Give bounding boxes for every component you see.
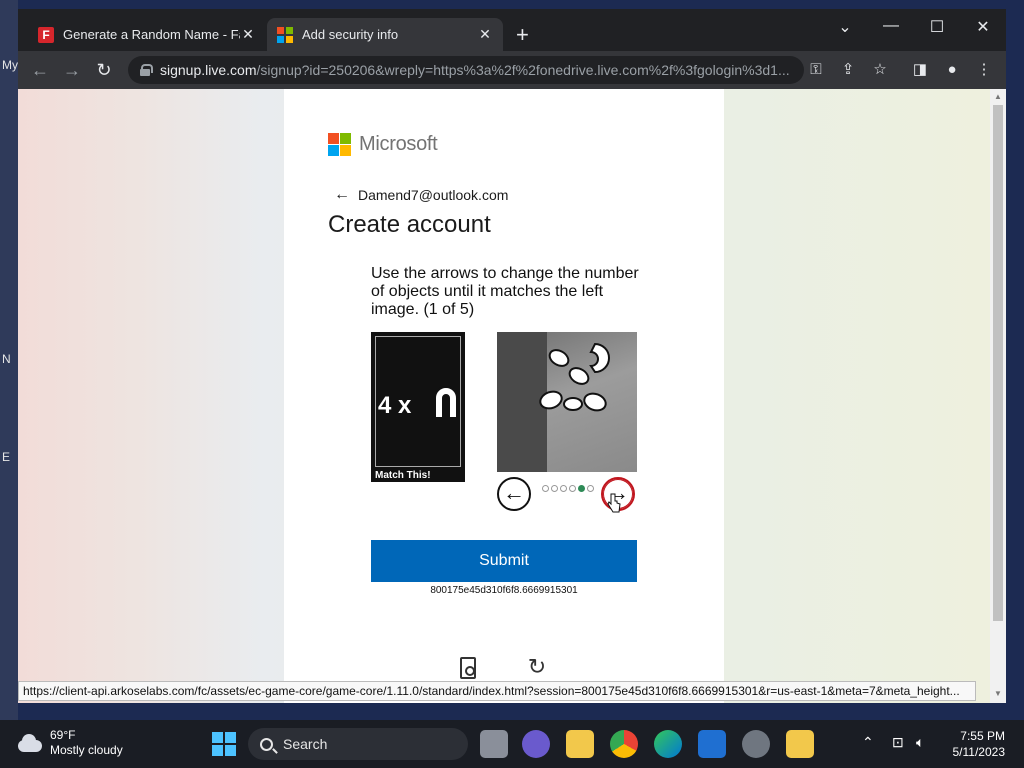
network-icon[interactable]: ⊡: [892, 734, 904, 751]
scroll-thumb[interactable]: [993, 105, 1003, 621]
tab-bar: F Generate a Random Name - Fake ✕ Add se…: [18, 9, 1006, 51]
desktop-icon-label[interactable]: My: [2, 58, 18, 72]
account-email: Damend7@outlook.com: [358, 187, 509, 203]
folder-icon[interactable]: [786, 730, 814, 758]
edge-icon[interactable]: [654, 730, 682, 758]
scroll-up-arrow-icon[interactable]: ▲: [993, 92, 1003, 101]
back-arrow-icon[interactable]: ←: [334, 186, 350, 204]
progress-dot: [560, 485, 567, 492]
desktop-background: My N E: [0, 0, 18, 720]
captcha-prev-arrow-button[interactable]: ←: [497, 477, 531, 511]
magnet-icon: [434, 386, 458, 419]
session-code: 800175e45d310f6f8.6669915301: [430, 585, 578, 596]
chrome-icon[interactable]: [610, 730, 638, 758]
share-icon[interactable]: ⇪: [836, 58, 860, 82]
microsoft-logo: Microsoft: [328, 133, 438, 156]
audio-challenge-icon[interactable]: [460, 657, 476, 679]
back-email-row[interactable]: ← Damend7@outlook.com: [334, 186, 508, 204]
progress-dot: [587, 485, 594, 492]
page-scrollbar[interactable]: ▲ ▼: [990, 89, 1006, 703]
hand-cursor-icon: [607, 493, 621, 513]
chevron-up-icon[interactable]: ⌃: [862, 734, 874, 751]
microsoft-icon: [277, 26, 293, 43]
page-viewport: Microsoft ← Damend7@outlook.com Create a…: [18, 89, 990, 703]
captcha-instructions: Use the arrows to change the number of o…: [371, 265, 639, 318]
reload-icon[interactable]: ↻: [92, 58, 116, 82]
link-status-bar: https://client-api.arkoselabs.com/fc/ass…: [18, 681, 976, 701]
progress-dot: [542, 485, 549, 492]
maximize-button[interactable]: ☐: [922, 17, 952, 37]
browser-toolbar: ← → ↻ signup.live.com/signup?id=250206&w…: [18, 51, 1006, 89]
settings-gear-icon[interactable]: [742, 730, 770, 758]
new-tab-button[interactable]: +: [516, 24, 529, 46]
file-explorer-icon[interactable]: [566, 730, 594, 758]
cloud-icon: [16, 734, 42, 752]
start-button[interactable]: [212, 732, 236, 756]
match-caption: Match This!: [375, 470, 431, 481]
weather-temperature: 69°F: [50, 728, 76, 742]
forward-arrow-icon[interactable]: →: [60, 58, 84, 82]
captcha-reference-image: 4 x Match This!: [371, 332, 465, 482]
close-tab-icon[interactable]: ✕: [477, 26, 493, 43]
profile-icon[interactable]: ●: [940, 58, 964, 82]
volume-icon[interactable]: 🔈︎: [916, 734, 924, 751]
progress-dot: [569, 485, 576, 492]
logo-text: Microsoft: [359, 133, 438, 155]
close-tab-icon[interactable]: ✕: [240, 26, 256, 43]
tab-search-chevron-icon[interactable]: ⌄: [830, 17, 860, 37]
menu-kebab-icon[interactable]: ⋮: [972, 58, 996, 82]
signup-panel: Microsoft ← Damend7@outlook.com Create a…: [284, 89, 724, 703]
address-bar[interactable]: signup.live.com/signup?id=250206&wreply=…: [128, 56, 804, 84]
tab-title: Generate a Random Name - Fake: [63, 27, 240, 42]
back-arrow-icon[interactable]: ←: [28, 58, 52, 82]
scroll-down-arrow-icon[interactable]: ▼: [993, 689, 1003, 698]
weather-description: Mostly cloudy: [50, 743, 123, 757]
captcha-progress-dots: [542, 485, 594, 492]
browser-window: F Generate a Random Name - Fake ✕ Add se…: [18, 9, 1006, 703]
search-icon: [260, 737, 273, 751]
tab-title: Add security info: [302, 27, 399, 42]
lock-icon[interactable]: [140, 64, 153, 76]
clock-date: 5/11/2023: [952, 745, 1006, 759]
weather-widget[interactable]: 69°F Mostly cloudy: [16, 728, 123, 758]
bookmark-star-icon[interactable]: ☆: [868, 58, 892, 82]
close-window-button[interactable]: ✕: [968, 17, 998, 37]
taskbar-search[interactable]: Search: [248, 728, 468, 760]
desktop-icon-label[interactable]: E: [2, 450, 10, 464]
progress-dot: [578, 485, 585, 492]
task-view-icon[interactable]: [480, 730, 508, 758]
fakename-f-icon: F: [38, 26, 54, 43]
captcha-puzzle-image: [497, 332, 637, 472]
system-clock[interactable]: 7:55 PM 5/11/2023: [945, 728, 1006, 760]
magnet-objects-icon: [539, 342, 610, 412]
tab-add-security-info[interactable]: Add security info ✕: [267, 18, 503, 51]
minimize-button[interactable]: —: [876, 17, 906, 35]
clock-time: 7:55 PM: [960, 729, 1005, 743]
submit-button[interactable]: Submit: [371, 540, 637, 582]
tab-fake-name-generator[interactable]: F Generate a Random Name - Fake ✕: [28, 18, 266, 51]
restart-challenge-icon[interactable]: ↻: [525, 655, 549, 679]
key-icon[interactable]: ⚿: [804, 58, 828, 82]
url-text: signup.live.com/signup?id=250206&wreply=…: [160, 62, 790, 78]
microsoft-icon: [328, 133, 351, 156]
teams-chat-icon[interactable]: [522, 730, 550, 758]
match-count-text: 4 x: [378, 392, 412, 419]
page-title: Create account: [328, 211, 491, 238]
side-panel-icon[interactable]: ◨: [908, 58, 932, 82]
store-icon[interactable]: [698, 730, 726, 758]
search-label: Search: [283, 736, 328, 752]
progress-dot: [551, 485, 558, 492]
desktop-icon-label[interactable]: N: [2, 352, 11, 366]
taskbar: 69°F Mostly cloudy Search ⌃ ⊡ 🔈︎ 7:55 PM…: [0, 720, 1024, 768]
